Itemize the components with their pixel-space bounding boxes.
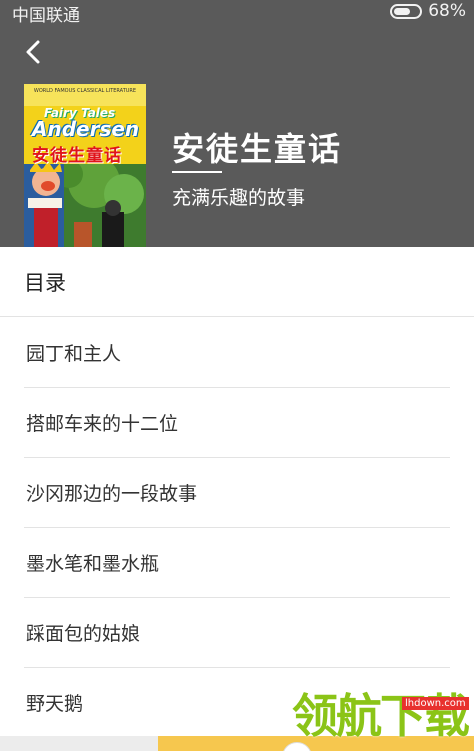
book-subtitle: 充满乐趣的故事: [172, 187, 306, 209]
chapter-item[interactable]: 园丁和主人: [0, 318, 474, 388]
title-divider: [172, 171, 222, 173]
cover-illustration: [24, 164, 146, 247]
cover-title-zh: 安徒生童话: [32, 146, 122, 166]
chapter-label: 园丁和主人: [26, 343, 122, 365]
book-title: 安徒生童话: [172, 130, 343, 168]
battery-percent: 68%: [428, 1, 466, 21]
watermark-url: lhdown.com: [402, 697, 469, 710]
chapter-list: 园丁和主人 搭邮车来的十二位 沙冈那边的一段故事 墨水笔和墨水瓶 踩面包的姑娘 …: [0, 318, 474, 738]
back-arrow-icon: [26, 40, 40, 64]
cover-series-line: WORLD FAMOUS CLASSICAL LITERATURE: [24, 84, 146, 106]
carrier-name: 中国联通: [12, 6, 80, 26]
cover-title-en-author: Andersen: [32, 117, 140, 141]
chapter-label: 野天鹅: [26, 693, 84, 715]
toc-heading: 目录: [24, 271, 66, 295]
chapter-item[interactable]: 沙冈那边的一段故事: [0, 458, 474, 528]
book-header: 中国联通 68% WORLD FAMOUS CLASSICAL LITERATU…: [0, 0, 474, 247]
chapter-label: 墨水笔和墨水瓶: [26, 553, 160, 575]
chapter-item[interactable]: 搭邮车来的十二位: [0, 388, 474, 458]
back-button[interactable]: [18, 36, 50, 68]
toc-header: 目录: [0, 247, 474, 317]
chapter-label: 踩面包的姑娘: [26, 623, 141, 645]
chapter-item[interactable]: 踩面包的姑娘: [0, 598, 474, 668]
battery-level: [394, 8, 410, 15]
status-bar: 中国联通 68%: [0, 0, 474, 26]
book-cover: WORLD FAMOUS CLASSICAL LITERATURE Fairy …: [24, 84, 146, 247]
chapter-label: 搭邮车来的十二位: [26, 413, 179, 435]
battery-icon: [390, 4, 422, 19]
chapter-label: 沙冈那边的一段故事: [26, 483, 198, 505]
chapter-item[interactable]: 墨水笔和墨水瓶: [0, 528, 474, 598]
bottom-bar-left: [0, 736, 158, 751]
